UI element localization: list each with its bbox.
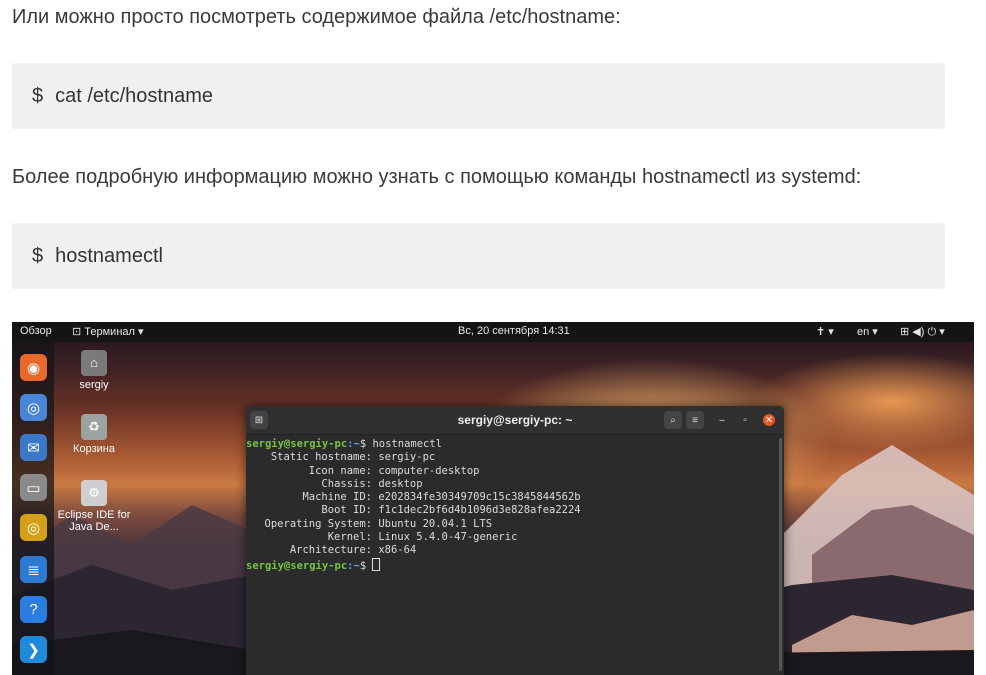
language-menu[interactable]: en ▾ — [857, 325, 878, 338]
desktop-icon[interactable]: ⌂ sergiy — [54, 350, 134, 391]
row-value: Linux 5.4.0-47-generic — [378, 531, 518, 544]
dock: ◉ ◎ ✉ ▭ ◎ ≣? ❯ — [12, 342, 54, 675]
accessibility-menu[interactable]: ✝ ▾ — [816, 325, 834, 338]
top-bar: Обзор ⊡ Терминал ▾ Вс, 20 сентября 14:31… — [12, 322, 974, 342]
desktop-icon-label: sergiy — [79, 379, 109, 391]
prompt-path: :~ — [347, 559, 360, 572]
paragraph-hostnamectl: Более подробную информацию можно узнать … — [12, 166, 862, 188]
desktop-glyph-icon: ⚙ — [81, 480, 107, 506]
row-value: x86-64 — [378, 544, 417, 557]
dock-help-icon[interactable]: ? — [20, 596, 47, 623]
dock-thunderbird-icon[interactable]: ✉ — [20, 434, 47, 461]
code-block-hostnamectl: $ hostnamectl — [12, 223, 945, 289]
system-menu[interactable]: ⊞ ◀) ⏻ ▾ — [900, 325, 945, 339]
row-key: Icon name: — [308, 464, 372, 477]
dock-rhythmbox-icon[interactable]: ◎ — [20, 514, 47, 541]
minimize-button[interactable]: – — [716, 414, 728, 426]
hostnamectl-row: Machine ID: e202834fe30349709c15c3845844… — [246, 491, 784, 504]
row-key: Architecture: — [289, 544, 372, 557]
search-button[interactable]: ⌕ — [664, 411, 682, 429]
app-menu-label: Терминал ▾ — [84, 326, 144, 338]
desktop-icon[interactable]: ♻ Корзина — [54, 414, 134, 455]
row-value: sergiy-pc — [378, 451, 436, 464]
hostnamectl-row: Boot ID: f1c1dec2bf6d4b1096d3e828afea222… — [246, 504, 784, 517]
row-value: desktop — [378, 477, 423, 490]
terminal-window[interactable]: ⊞ sergiy@sergiy-pc: ~ ⌕ ≡ – ▫ ✕ sergiy@s… — [246, 406, 784, 675]
prompt-line: sergiy@sergiy-pc:~$ hostnamectl — [246, 438, 784, 451]
hostnamectl-row: Architecture: x86-64 — [246, 544, 784, 557]
code-command: cat /etc/hostname — [55, 84, 213, 107]
terminal-scrollbar[interactable] — [779, 438, 782, 671]
desktop-glyph-icon: ♻ — [81, 414, 107, 440]
row-key: Boot ID: — [321, 504, 372, 517]
terminal-header: ⊞ sergiy@sergiy-pc: ~ ⌕ ≡ – ▫ ✕ — [246, 406, 784, 435]
hostnamectl-row: Kernel: Linux 5.4.0-47-generic — [246, 531, 784, 544]
hostnamectl-row: Icon name: computer-desktop — [246, 465, 784, 478]
menu-button[interactable]: ≡ — [686, 411, 704, 429]
row-value: computer-desktop — [378, 464, 480, 477]
code-prompt: $ — [32, 84, 44, 107]
row-key: Kernel: — [327, 531, 372, 544]
prompt-path: :~ — [347, 438, 360, 450]
row-value: e202834fe30349709c15c3845844562b — [378, 491, 581, 504]
clock[interactable]: Вс, 20 сентября 14:31 — [458, 325, 570, 337]
dock-writer-icon[interactable]: ≣ — [20, 556, 47, 583]
dock-vscode-icon[interactable]: ❯ — [20, 636, 47, 663]
row-key: Operating System: — [264, 517, 372, 530]
row-key: Static hostname: — [270, 451, 372, 464]
desktop-icon-label: Eclipse IDE for Java De... — [57, 509, 131, 533]
maximize-button[interactable]: ▫ — [739, 414, 751, 426]
desktop-glyph-icon: ⌂ — [81, 350, 107, 376]
minimize-icon: – — [719, 414, 725, 426]
prompt-user-host: sergiy@sergiy-pc — [246, 559, 348, 572]
terminal-cursor — [372, 557, 381, 571]
row-value: f1c1dec2bf6d4b1096d3e828afea2224 — [378, 504, 581, 517]
dock-files-icon[interactable]: ▭ — [20, 474, 47, 501]
maximize-icon: ▫ — [743, 414, 747, 426]
desktop-icon[interactable]: ⚙ Eclipse IDE for Java De... — [54, 480, 134, 533]
terminal-small-icon: ⊡ — [72, 326, 85, 338]
prompt-user-host: sergiy@sergiy-pc — [246, 438, 348, 450]
hostnamectl-row: Operating System: Ubuntu 20.04.1 LTS — [246, 518, 784, 531]
code-command: hostnamectl — [55, 244, 163, 267]
code-prompt: $ — [32, 244, 44, 267]
row-key: Chassis: — [321, 477, 372, 490]
hamburger-icon: ≡ — [692, 414, 698, 426]
code-block-cat-hostname: $ cat /etc/hostname — [12, 63, 945, 129]
prompt-line-empty: sergiy@sergiy-pc:~$ — [246, 557, 784, 573]
prompt-command: hostnamectl — [366, 438, 442, 450]
dock-firefox-icon[interactable]: ◉ — [20, 354, 47, 381]
hostnamectl-row: Chassis: desktop — [246, 478, 784, 491]
search-icon: ⌕ — [670, 414, 676, 426]
terminal-output[interactable]: sergiy@sergiy-pc:~$ hostnamectl Static ho… — [246, 435, 784, 573]
desktop-icon-label: Корзина — [73, 443, 115, 455]
app-menu-terminal[interactable]: ⊡ Терминал ▾ — [72, 325, 144, 338]
paragraph-hostname-file: Или можно просто посмотреть содержимое ф… — [12, 6, 621, 28]
dock-chromium-icon[interactable]: ◎ — [20, 394, 47, 421]
prompt-dollar: $ — [359, 559, 367, 572]
activities-button[interactable]: Обзор — [20, 325, 52, 337]
ubuntu-desktop-screenshot: Обзор ⊡ Терминал ▾ Вс, 20 сентября 14:31… — [12, 322, 974, 675]
close-button[interactable]: ✕ — [763, 414, 775, 426]
row-value: Ubuntu 20.04.1 LTS — [378, 517, 493, 530]
row-key: Machine ID: — [302, 491, 372, 504]
close-icon: ✕ — [764, 414, 774, 426]
hostnamectl-row: Static hostname: sergiy-pc — [246, 451, 784, 464]
